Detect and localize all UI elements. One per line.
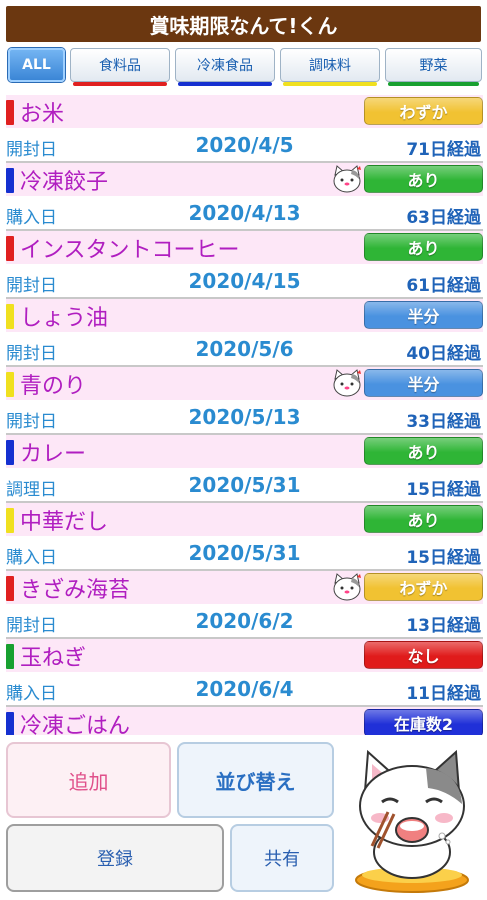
item-name-row: 冷凍餃子 あり: [6, 163, 483, 196]
item-name-row: きざみ海苔 わずか: [6, 571, 483, 604]
item-name: 冷凍餃子: [20, 170, 109, 195]
tab-vegetables-label: 野菜: [419, 58, 448, 74]
cat-face-icon: [332, 369, 362, 397]
category-indicator: [6, 508, 14, 533]
tab-frozen[interactable]: 冷凍食品: [175, 48, 275, 86]
category-indicator: [6, 100, 14, 125]
list-item[interactable]: カレー あり調理日 2020/5/31 15日経過: [0, 435, 487, 503]
sort-button-label: 並び替え: [215, 769, 296, 794]
tab-seasoning-color-bar: [283, 82, 377, 86]
item-name: 玉ねぎ: [20, 646, 87, 671]
item-name: インスタントコーヒー: [20, 238, 240, 263]
category-indicator: [6, 372, 14, 397]
item-name: しょう油: [20, 306, 109, 331]
stock-status-badge[interactable]: 半分: [364, 369, 483, 397]
elapsed-days: 11日経過: [406, 684, 481, 704]
register-button-label: 登録: [97, 849, 133, 870]
tab-seasoning-label: 調味料: [309, 58, 351, 74]
item-name-row: カレー あり: [6, 435, 483, 468]
item-name-row: 青のり 半分: [6, 367, 483, 400]
item-info-row: 開封日 2020/4/15 61日経過: [6, 267, 483, 299]
list-item[interactable]: お米 わずか開封日 2020/4/5 71日経過: [0, 95, 487, 163]
add-button[interactable]: 追加: [6, 742, 171, 818]
cat-mascot-icon: [355, 749, 469, 893]
cat-face-icon: [332, 165, 362, 193]
item-name: 青のり: [20, 374, 87, 399]
tab-food-color-bar: [73, 82, 167, 86]
item-name-row: 冷凍ごはん 在庫数2: [6, 707, 483, 735]
sort-button[interactable]: 並び替え: [177, 742, 334, 818]
stock-status-badge[interactable]: なし: [364, 641, 483, 669]
list-item[interactable]: インスタントコーヒー あり開封日 2020/4/15 61日経過: [0, 231, 487, 299]
list-item[interactable]: きざみ海苔 わずか開封日 2020/6/2 13日経過: [0, 571, 487, 639]
list-item[interactable]: 中華だし あり購入日 2020/5/31 15日経過: [0, 503, 487, 571]
stock-status-badge[interactable]: あり: [364, 233, 483, 261]
item-name-row: インスタントコーヒー あり: [6, 231, 483, 264]
item-info-row: 開封日 2020/4/5 71日経過: [6, 131, 483, 163]
category-indicator: [6, 168, 14, 193]
category-indicator: [6, 576, 14, 601]
tab-vegetables-color-bar: [388, 82, 479, 86]
item-list[interactable]: お米 わずか 開封日 2020/4/5 71日経過 冷凍餃子 あり 購入日 2020/4/13 6…: [0, 95, 487, 735]
tab-all[interactable]: ALL: [8, 48, 65, 82]
stock-status-badge[interactable]: 半分: [364, 301, 483, 329]
category-tabs: ALL 食料品 冷凍食品 調味料 野菜: [0, 48, 487, 88]
share-button[interactable]: 共有: [230, 824, 334, 892]
stock-status-badge[interactable]: あり: [364, 165, 483, 193]
elapsed-days: 40日経過: [406, 344, 481, 364]
item-name-row: お米 わずか: [6, 95, 483, 128]
elapsed-days: 63日経過: [406, 208, 481, 228]
category-indicator: [6, 712, 14, 735]
tab-seasoning[interactable]: 調味料: [280, 48, 380, 86]
tab-all-label: ALL: [22, 57, 51, 73]
list-item[interactable]: しょう油 半分開封日 2020/5/6 40日経過: [0, 299, 487, 367]
item-info-row: 購入日 2020/6/4 11日経過: [6, 675, 483, 707]
stock-status-badge[interactable]: わずか: [364, 573, 483, 601]
item-info-row: 購入日 2020/5/31 15日経過: [6, 539, 483, 571]
elapsed-days: 15日経過: [406, 548, 481, 568]
tab-frozen-label: 冷凍食品: [197, 58, 253, 74]
list-item[interactable]: 青のり 半分開封日 2020/5/13 33日経過: [0, 367, 487, 435]
item-name: カレー: [20, 442, 87, 467]
add-button-label: 追加: [68, 769, 109, 794]
tab-frozen-color-bar: [178, 82, 272, 86]
item-name-row: 中華だし あり: [6, 503, 483, 536]
category-indicator: [6, 304, 14, 329]
item-name: お米: [20, 102, 65, 127]
item-name-row: 玉ねぎ なし: [6, 639, 483, 672]
item-name: きざみ海苔: [20, 578, 131, 603]
elapsed-days: 61日経過: [406, 276, 481, 296]
item-info-row: 調理日 2020/5/31 15日経過: [6, 471, 483, 503]
stock-status-badge[interactable]: わずか: [364, 97, 483, 125]
item-name: 冷凍ごはん: [20, 714, 131, 735]
item-info-row: 開封日 2020/6/2 13日経過: [6, 607, 483, 639]
tab-vegetables[interactable]: 野菜: [385, 48, 482, 86]
stock-status-badge[interactable]: あり: [364, 437, 483, 465]
category-indicator: [6, 440, 14, 465]
tab-food[interactable]: 食料品: [70, 48, 170, 86]
cat-face-icon: [332, 573, 362, 601]
stock-status-badge[interactable]: あり: [364, 505, 483, 533]
share-button-label: 共有: [264, 849, 300, 870]
elapsed-days: 15日経過: [406, 480, 481, 500]
list-item[interactable]: 玉ねぎ なし購入日 2020/6/4 11日経過: [0, 639, 487, 707]
app-title: 賞味期限なんて!くん: [6, 6, 481, 42]
elapsed-days: 13日経過: [406, 616, 481, 636]
register-button[interactable]: 登録: [6, 824, 224, 892]
elapsed-days: 71日経過: [406, 140, 481, 160]
category-indicator: [6, 236, 14, 261]
title-bar-area: 賞味期限なんて!くん: [0, 0, 487, 44]
item-info-row: 開封日 2020/5/6 40日経過: [6, 335, 483, 367]
list-item[interactable]: 冷凍ごはん 在庫数2: [0, 707, 487, 735]
stock-status-badge[interactable]: 在庫数2: [364, 709, 483, 735]
category-indicator: [6, 644, 14, 669]
item-info-row: 開封日 2020/5/13 33日経過: [6, 403, 483, 435]
elapsed-days: 33日経過: [406, 412, 481, 432]
tab-food-label: 食料品: [99, 58, 141, 74]
item-info-row: 購入日 2020/4/13 63日経過: [6, 199, 483, 231]
item-name: 中華だし: [20, 510, 109, 535]
item-name-row: しょう油 半分: [6, 299, 483, 332]
list-item[interactable]: 冷凍餃子 あり購入日 2020/4/13 63日経過: [0, 163, 487, 231]
